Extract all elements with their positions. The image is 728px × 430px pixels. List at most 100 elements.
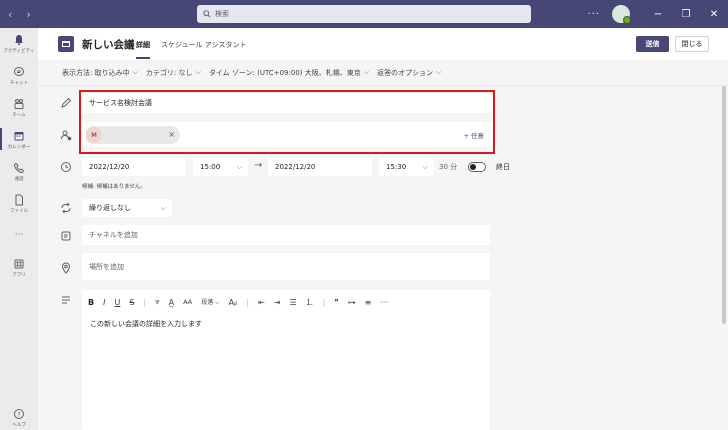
font-size-icon[interactable]: AA bbox=[183, 298, 192, 306]
page-title: 新しい会議 bbox=[82, 39, 135, 51]
italic-button[interactable]: I bbox=[103, 298, 105, 307]
chat-icon bbox=[14, 67, 24, 76]
tab-details[interactable]: 詳細 bbox=[136, 40, 150, 59]
highlight-icon[interactable]: ⩔ bbox=[155, 297, 160, 307]
editor-toolbar: B I U S | ⩔ A̲ AA 段落 ⌵ Aᵦ | ⇤ ⇥ ☰ ⒈ | ❞ … bbox=[83, 291, 489, 313]
rail-label: アプリ bbox=[12, 273, 26, 278]
rail-label: ファイル bbox=[10, 209, 28, 214]
toolbar-divider: | bbox=[246, 297, 250, 307]
rail-item-more[interactable]: ··· bbox=[0, 230, 38, 240]
suggestion-text: 候補: 候補はありません。 bbox=[82, 184, 146, 190]
toolbar-divider: | bbox=[322, 297, 326, 307]
start-time-dropdown[interactable]: 15:00 ⌵ bbox=[193, 158, 248, 176]
close-window-button[interactable]: ✕ bbox=[700, 0, 728, 28]
clear-format-icon[interactable]: Aᵦ bbox=[229, 298, 238, 307]
pencil-icon bbox=[61, 97, 72, 108]
phone-icon bbox=[13, 162, 25, 174]
bullet-list-icon[interactable]: ☰ bbox=[289, 298, 296, 307]
close-button[interactable]: 閉じる bbox=[675, 36, 709, 52]
more-options-button[interactable]: ··· bbox=[587, 9, 600, 20]
left-rail: アクティビティ チャット チーム カレンダー 通話 ファイル ··· アプリ ?… bbox=[0, 28, 38, 430]
add-people-icon bbox=[61, 130, 72, 141]
rail-item-help[interactable]: ? ヘルプ bbox=[0, 408, 38, 428]
text-format-icon bbox=[62, 296, 70, 304]
rail-label: チャット bbox=[10, 81, 28, 86]
chevron-down-icon: ⌵ bbox=[422, 162, 428, 171]
rail-item-activity[interactable]: アクティビティ bbox=[0, 34, 38, 54]
back-button[interactable]: ‹ bbox=[8, 8, 12, 21]
rail-item-teams[interactable]: チーム bbox=[0, 98, 38, 118]
window-controls: ··· − ❐ ✕ bbox=[587, 0, 728, 28]
repeat-dropdown[interactable]: 繰り返しなし ⌵ bbox=[82, 199, 172, 217]
all-day-toggle[interactable] bbox=[468, 162, 486, 172]
channel-field[interactable]: チャネルを追加 bbox=[82, 225, 490, 245]
send-button[interactable]: 送信 bbox=[636, 36, 669, 52]
response-options-dropdown[interactable]: 返答のオプション ⌵ bbox=[377, 68, 441, 78]
strikethrough-button[interactable]: S bbox=[129, 298, 134, 307]
paragraph-dropdown[interactable]: 段落 ⌵ bbox=[201, 297, 219, 307]
help-icon: ? bbox=[14, 409, 24, 419]
chevron-down-icon: ⌵ bbox=[160, 203, 166, 212]
meeting-header: 新しい会議 詳細 スケジュール アシスタント 送信 閉じる bbox=[38, 28, 728, 60]
rail-item-apps[interactable]: アプリ bbox=[0, 258, 38, 278]
quote-icon[interactable]: ❞ bbox=[334, 298, 338, 307]
highlight-box bbox=[79, 90, 495, 154]
all-day-label: 終日 bbox=[496, 163, 510, 171]
rail-item-calls[interactable]: 通話 bbox=[0, 162, 38, 182]
more-icon: ··· bbox=[14, 230, 24, 240]
rail-item-chat[interactable]: チャット bbox=[0, 66, 38, 86]
outdent-icon[interactable]: ⇤ bbox=[258, 298, 265, 307]
scrollbar[interactable] bbox=[722, 86, 726, 324]
start-time-value: 15:00 bbox=[200, 163, 221, 171]
bold-button[interactable]: B bbox=[88, 298, 94, 307]
chevron-down-icon: ⌵ bbox=[195, 68, 201, 76]
bell-icon bbox=[15, 35, 23, 45]
show-as-label: 表示方法: 取り込み中 bbox=[62, 68, 130, 77]
search-icon bbox=[203, 10, 211, 18]
forward-button[interactable]: › bbox=[26, 8, 30, 21]
horizontal-rule-icon[interactable]: ≡ bbox=[365, 298, 372, 307]
rail-label: 通話 bbox=[14, 177, 24, 182]
repeat-icon bbox=[61, 202, 71, 214]
chevron-down-icon: ⌵ bbox=[363, 68, 370, 76]
timezone-dropdown[interactable]: タイム ゾーン: (UTC+09:00) 大阪、札幌、東京 ⌵ bbox=[209, 68, 369, 78]
chevron-down-icon: ⌵ bbox=[236, 162, 242, 171]
meeting-options-bar: 表示方法: 取り込み中 ⌵ カテゴリ: なし ⌵ タイム ゾーン: (UTC+09:… bbox=[38, 60, 728, 86]
rail-label: チーム bbox=[12, 113, 26, 118]
nav-arrows: ‹ › bbox=[8, 8, 31, 21]
category-dropdown[interactable]: カテゴリ: なし ⌵ bbox=[146, 68, 201, 78]
rail-label: アクティビティ bbox=[3, 49, 35, 54]
end-date-value: 2022/12/20 bbox=[275, 163, 316, 171]
indent-icon[interactable]: ⇥ bbox=[274, 298, 281, 307]
location-field[interactable]: 場所を追加 bbox=[82, 253, 490, 280]
end-time-value: 15:30 bbox=[386, 163, 407, 171]
description-placeholder: この新しい会議の詳細を入力します bbox=[90, 320, 202, 328]
rail-item-files[interactable]: ファイル bbox=[0, 194, 38, 214]
more-icon[interactable]: ··· bbox=[380, 298, 388, 307]
svg-text:?: ? bbox=[17, 411, 20, 418]
tab-scheduling-assistant[interactable]: スケジュール アシスタント bbox=[161, 40, 246, 50]
location-placeholder: 場所を追加 bbox=[89, 262, 124, 271]
rail-label: カレンダー bbox=[7, 145, 31, 150]
teams-icon bbox=[14, 99, 24, 109]
minimize-button[interactable]: − bbox=[644, 0, 672, 28]
profile-avatar[interactable] bbox=[612, 5, 631, 24]
numbered-list-icon[interactable]: ⒈ bbox=[306, 297, 314, 308]
search-placeholder: 検索 bbox=[215, 10, 229, 18]
font-color-icon[interactable]: A̲ bbox=[169, 298, 174, 307]
end-time-dropdown[interactable]: 15:30 ⌵ bbox=[379, 158, 434, 176]
rail-label: ヘルプ bbox=[12, 423, 26, 428]
start-date-field[interactable]: 2022/12/20 bbox=[82, 158, 186, 176]
timezone-label: タイム ゾーン: (UTC+09:00) 大阪、札幌、東京 bbox=[208, 68, 361, 77]
file-icon bbox=[15, 194, 23, 206]
response-options-label: 返答のオプション bbox=[377, 68, 434, 77]
link-icon[interactable]: ⊶ bbox=[348, 298, 356, 307]
maximize-button[interactable]: ❐ bbox=[672, 0, 700, 28]
show-as-dropdown[interactable]: 表示方法: 取り込み中 ⌵ bbox=[62, 68, 138, 78]
end-date-field[interactable]: 2022/12/20 bbox=[268, 158, 372, 176]
underline-button[interactable]: U bbox=[114, 298, 120, 307]
calendar-icon bbox=[58, 36, 74, 52]
rail-item-calendar[interactable]: カレンダー bbox=[0, 128, 38, 150]
arrow-right-icon: → bbox=[254, 160, 263, 171]
search-input[interactable]: 検索 bbox=[197, 5, 531, 23]
